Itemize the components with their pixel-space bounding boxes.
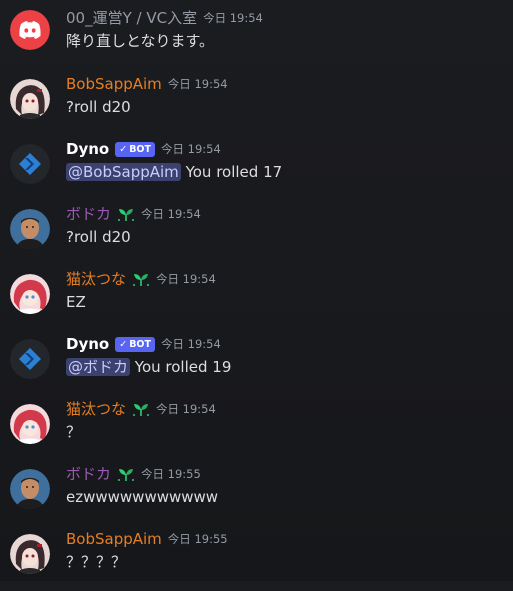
message-text: 降り直しとなります。	[66, 32, 215, 50]
timestamp[interactable]: 今日 19:54	[168, 74, 228, 94]
dyno-logo-icon[interactable]	[10, 144, 50, 184]
timestamp[interactable]: 今日 19:54	[156, 269, 216, 289]
author-name[interactable]: BobSappAim	[66, 74, 162, 94]
man-photo-avatar[interactable]	[10, 209, 50, 249]
author-name[interactable]: Dyno	[66, 139, 109, 159]
author-name[interactable]: Dyno	[66, 334, 109, 354]
timestamp[interactable]: 今日 19:55	[168, 529, 228, 549]
anime-girl-avatar[interactable]	[10, 534, 50, 574]
message-header: 猫汰つな 今日 19:54	[66, 269, 216, 289]
anime-girl-avatar[interactable]	[10, 79, 50, 119]
author-name[interactable]: ボドカ	[66, 204, 111, 224]
message-header: 00_運営Y / VC入室 今日 19:54	[66, 8, 263, 28]
bot-badge: ✓ BOT	[115, 141, 155, 157]
message-8: BobSappAim 今日 19:55 ？？？？	[0, 529, 513, 591]
checkmark-icon: ✓	[119, 143, 128, 155]
checkmark-icon: ✓	[119, 338, 128, 350]
message-header: Dyno ✓ BOT 今日 19:54	[66, 334, 221, 354]
anime-redhair-avatar[interactable]	[10, 274, 50, 314]
message-0: 00_運営Y / VC入室 今日 19:54 降り直しとなります。	[0, 8, 513, 70]
user-mention[interactable]: @ボドカ	[66, 358, 131, 376]
message-text: @ボドカ You rolled 19	[66, 357, 231, 377]
sprout-icon	[132, 271, 150, 287]
user-mention[interactable]: @BobSappAim	[66, 163, 181, 181]
author-name[interactable]: 00_運営Y / VC入室	[66, 8, 197, 28]
message-text: @BobSappAim You rolled 17	[66, 162, 282, 182]
message-header: ボドカ 今日 19:54	[66, 204, 201, 224]
bot-badge: ✓ BOT	[115, 336, 155, 352]
message-header: Dyno ✓ BOT 今日 19:54	[66, 139, 221, 159]
message-header: BobSappAim 今日 19:55	[66, 529, 228, 549]
timestamp[interactable]: 今日 19:54	[161, 334, 221, 354]
message-text: ?roll d20	[66, 98, 131, 116]
sprout-icon	[117, 206, 135, 222]
timestamp[interactable]: 今日 19:55	[141, 464, 201, 484]
message-header: 猫汰つな 今日 19:54	[66, 399, 216, 419]
timestamp[interactable]: 今日 19:54	[161, 139, 221, 159]
timestamp[interactable]: 今日 19:54	[156, 399, 216, 419]
message-text: ?roll d20	[66, 228, 131, 246]
message-text: ？？？？	[66, 553, 127, 571]
dyno-logo-icon[interactable]	[10, 339, 50, 379]
author-name[interactable]: 猫汰つな	[66, 399, 126, 419]
message-6: 猫汰つな 今日 19:54 ？	[0, 399, 513, 461]
anime-redhair-avatar[interactable]	[10, 404, 50, 444]
message-header: ボドカ 今日 19:55	[66, 464, 201, 484]
message-text: EZ	[66, 293, 86, 311]
author-name[interactable]: 猫汰つな	[66, 269, 126, 289]
message-text: ezwwwwwwwwwww	[66, 488, 219, 506]
discord-logo-icon[interactable]	[10, 10, 50, 50]
message-text: ？	[66, 423, 82, 441]
roll-result-text: You rolled 19	[134, 358, 232, 376]
sprout-icon	[132, 401, 150, 417]
sprout-icon	[117, 466, 135, 482]
message-7: ボドカ 今日 19:55 ezwwwwwwwwwww	[0, 464, 513, 526]
message-2: Dyno ✓ BOT 今日 19:54 @BobSappAim You rolle…	[0, 139, 513, 201]
author-name[interactable]: BobSappAim	[66, 529, 162, 549]
roll-result-text: You rolled 17	[185, 163, 283, 181]
message-4: 猫汰つな 今日 19:54 EZ	[0, 269, 513, 331]
author-name[interactable]: ボドカ	[66, 464, 111, 484]
message-5: Dyno ✓ BOT 今日 19:54 @ボドカ You rolled 19	[0, 334, 513, 396]
message-3: ボドカ 今日 19:54 ?roll d20	[0, 204, 513, 266]
message-header: BobSappAim 今日 19:54	[66, 74, 228, 94]
timestamp[interactable]: 今日 19:54	[203, 8, 263, 28]
message-1: BobSappAim 今日 19:54 ?roll d20	[0, 74, 513, 136]
timestamp[interactable]: 今日 19:54	[141, 204, 201, 224]
man-photo-avatar[interactable]	[10, 469, 50, 509]
